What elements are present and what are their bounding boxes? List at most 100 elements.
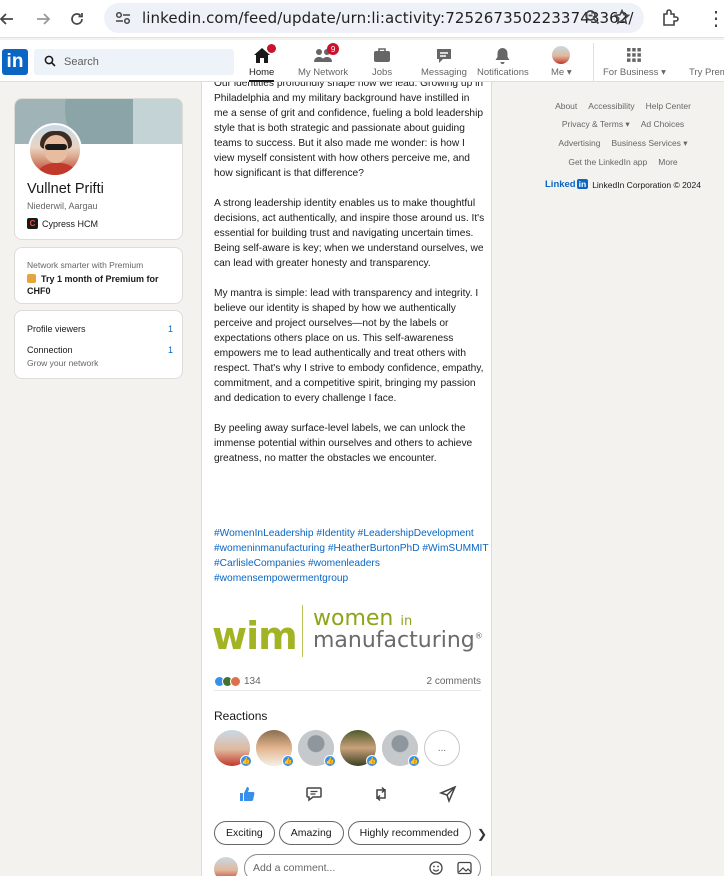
nav-me[interactable]: Me ▾ <box>551 45 572 82</box>
footer-copyright: Linked in LinkedIn Corporation © 2024 <box>538 179 708 190</box>
search-box[interactable]: Search <box>34 49 234 75</box>
chip-exciting[interactable]: Exciting <box>214 821 275 845</box>
footer-row: Privacy & Terms ▾ Ad Choices <box>538 119 708 130</box>
footer-link-about[interactable]: About <box>555 101 577 111</box>
profile-viewers-row[interactable]: Profile viewers 1 <box>27 324 173 334</box>
reactions-heading: Reactions <box>214 709 268 723</box>
connection-count: 1 <box>167 345 173 355</box>
post-image-wim-logo[interactable]: wim women in manufacturing® <box>212 602 484 658</box>
image-icon[interactable] <box>457 861 472 876</box>
home-notification-dot <box>266 44 276 53</box>
footer-link-advertising[interactable]: Advertising <box>558 138 600 149</box>
footer-link-privacy-terms[interactable]: Privacy & Terms ▾ <box>562 119 630 130</box>
extensions-icon[interactable] <box>660 8 680 31</box>
reaction-count[interactable]: 134 <box>244 676 261 687</box>
search-input[interactable]: Search <box>64 56 99 68</box>
comment-button[interactable] <box>299 784 329 804</box>
footer-link-ad-choices[interactable]: Ad Choices <box>641 119 684 130</box>
address-bar[interactable]: linkedin.com/feed/update/urn:li:activity… <box>104 3 644 33</box>
nav-try-premium-label: Try Premium <box>688 67 724 78</box>
network-icon: 9 <box>313 43 340 65</box>
profile-card[interactable]: Vullnet Prifti Niederwil, Aargau C Cypre… <box>14 98 183 240</box>
emoji-icon[interactable] <box>429 861 443 876</box>
reactor-avatar[interactable]: 👍 <box>340 730 378 767</box>
reactor-avatar[interactable]: 👍 <box>256 730 294 767</box>
like-badge-icon: 👍 <box>240 755 252 767</box>
nav-for-business[interactable]: For Business ▾ <box>603 45 666 82</box>
nav-try-premium[interactable]: Try Premium <box>674 45 724 82</box>
repost-button[interactable] <box>366 784 396 804</box>
reactors-list: 👍 👍 👍 👍 👍 ... <box>214 730 460 767</box>
profile-company[interactable]: C Cypress HCM <box>27 218 98 229</box>
grid-icon <box>626 45 642 65</box>
post-paragraph: By peeling away surface-level labels, we… <box>214 423 473 464</box>
nav-notifications-label: Notifications <box>477 67 529 78</box>
comment-placeholder: Add a comment... <box>253 862 336 874</box>
comment-icon <box>306 787 322 802</box>
linkedin-logo-icon[interactable]: in <box>2 49 28 75</box>
forward-arrow-icon[interactable] <box>28 4 58 34</box>
briefcase-icon <box>373 45 391 65</box>
commenter-avatar <box>214 857 238 876</box>
logo-line-2: manufacturing® <box>313 628 483 653</box>
send-button[interactable] <box>433 784 463 804</box>
logo-divider <box>302 605 303 657</box>
site-info-icon[interactable] <box>114 9 132 27</box>
footer-link-business-services[interactable]: Business Services ▾ <box>611 138 687 149</box>
footer-row: About Accessibility Help Center <box>538 101 708 111</box>
like-badge-icon: 👍 <box>366 755 378 767</box>
zoom-icon[interactable] <box>584 9 600 28</box>
profile-name[interactable]: Vullnet Prifti <box>27 181 104 197</box>
profile-viewers-label: Profile viewers <box>27 324 86 334</box>
browser-menu-icon[interactable]: ⋮ <box>706 6 724 31</box>
company-logo-icon: C <box>27 218 38 229</box>
chips-next-chevron-icon[interactable]: ❯ <box>477 827 487 841</box>
premium-icon <box>674 45 724 65</box>
post-hashtags[interactable]: #WomenInLeadership #Identity #Leadership… <box>214 526 489 586</box>
reload-icon[interactable] <box>62 4 92 34</box>
connection-row[interactable]: Connection 1 <box>27 345 173 355</box>
reactor-avatar-placeholder[interactable]: 👍 <box>382 730 420 767</box>
linkedin-header: in Search Home 9 My Network Jobs Messagi… <box>0 40 724 82</box>
profile-avatar[interactable] <box>28 123 82 177</box>
premium-offer-link[interactable]: Try 1 month of Premium for CHF0 <box>27 273 177 297</box>
home-icon <box>253 44 276 65</box>
nav-jobs-label: Jobs <box>372 67 393 78</box>
nav-jobs[interactable]: Jobs <box>372 45 392 82</box>
premium-card[interactable]: Network smarter with Premium Try 1 month… <box>14 247 183 304</box>
love-reaction-icon <box>230 676 241 687</box>
post-actions <box>214 784 481 804</box>
like-badge-icon: 👍 <box>324 755 336 767</box>
reactor-avatar[interactable]: 👍 <box>214 730 252 767</box>
copyright-text: LinkedIn Corporation © 2024 <box>592 179 701 190</box>
comments-count[interactable]: 2 comments <box>427 676 481 687</box>
post-body: Our identities profoundly shape how we l… <box>214 82 486 481</box>
nav-home-label: Home <box>249 67 275 78</box>
footer-link-help-center[interactable]: Help Center <box>646 101 691 111</box>
nav-me-label: Me ▾ <box>551 67 572 78</box>
post-paragraph: A strong leadership identity enables us … <box>214 198 485 269</box>
comment-composer: Add a comment... <box>214 854 481 876</box>
suggested-comment-chips: Exciting Amazing Highly recommended <box>214 821 471 845</box>
site-footer: About Accessibility Help Center Privacy … <box>538 101 708 190</box>
chip-amazing[interactable]: Amazing <box>278 821 344 845</box>
back-arrow-icon[interactable] <box>0 4 22 34</box>
url-text[interactable]: linkedin.com/feed/update/urn:li:activity… <box>142 9 634 27</box>
comment-input[interactable]: Add a comment... <box>244 854 481 876</box>
chip-highly-recommended[interactable]: Highly recommended <box>347 821 471 845</box>
nav-notifications[interactable]: Notifications <box>477 45 529 82</box>
nav-for-business-label: For Business ▾ <box>603 67 666 78</box>
footer-link-get-app[interactable]: Get the LinkedIn app <box>568 157 647 167</box>
footer-link-more[interactable]: More <box>658 157 677 167</box>
grow-network-link[interactable]: Grow your network <box>27 358 98 368</box>
nav-messaging[interactable]: Messaging <box>421 45 467 82</box>
bookmark-star-icon[interactable] <box>613 8 631 28</box>
like-button[interactable] <box>232 784 262 804</box>
nav-my-network[interactable]: 9 My Network <box>298 43 348 82</box>
social-counts: 134 2 comments <box>214 673 481 691</box>
reaction-icons[interactable] <box>214 676 241 687</box>
footer-link-accessibility[interactable]: Accessibility <box>588 101 634 111</box>
more-reactors-button[interactable]: ... <box>424 730 460 766</box>
reactor-avatar-placeholder[interactable]: 👍 <box>298 730 336 767</box>
nav-home[interactable]: Home <box>249 44 276 82</box>
